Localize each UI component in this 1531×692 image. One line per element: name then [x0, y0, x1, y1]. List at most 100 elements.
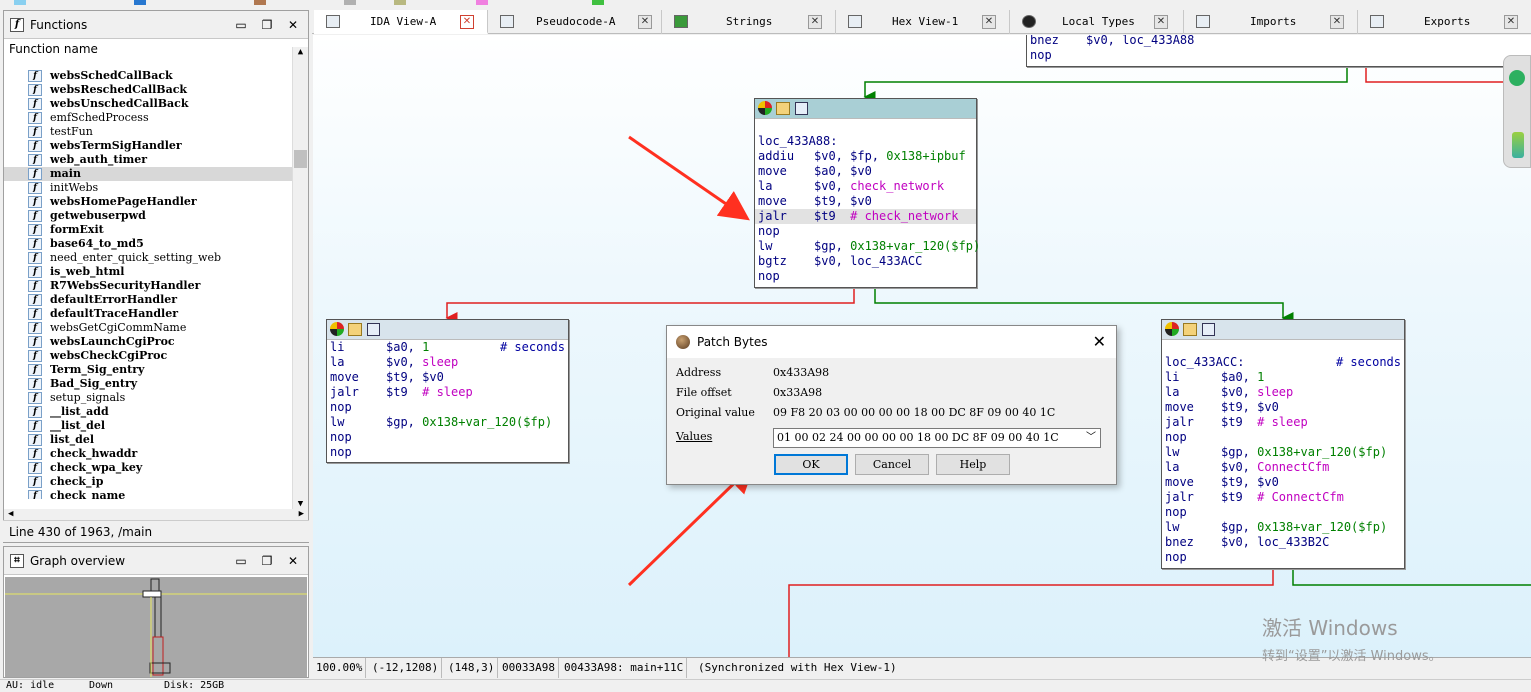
function-list-item[interactable]: f initWebs [4, 181, 294, 195]
tab-exports[interactable]: Exports ✕ [1358, 10, 1530, 34]
restore-icon[interactable]: ❐ [258, 11, 276, 39]
asm-line[interactable]: nop [755, 224, 976, 239]
restore-icon[interactable]: ❐ [258, 547, 276, 575]
asm-line[interactable]: la $v0, check_network [755, 179, 976, 194]
asm-line[interactable]: li $a0, 1 [1162, 370, 1404, 385]
function-list-item[interactable]: f Term_Sig_entry [4, 363, 294, 377]
function-list-item[interactable]: f setup_signals [4, 391, 294, 405]
asm-line[interactable]: move $t9, $v0 [327, 370, 568, 385]
function-list-item[interactable]: f check_name [4, 489, 294, 499]
scrollbar-thumb[interactable] [294, 150, 307, 168]
tab-local-types[interactable]: Local Types ✕ [1010, 10, 1184, 34]
close-tab-icon[interactable]: ✕ [460, 15, 474, 29]
asm-line[interactable]: nop [327, 400, 568, 415]
dialog-close-icon[interactable]: ✕ [1093, 326, 1106, 358]
close-tab-icon[interactable]: ✕ [1154, 15, 1168, 29]
asm-line[interactable]: la $v0, sleep [327, 355, 568, 370]
group-icon[interactable] [795, 102, 808, 115]
function-list-item[interactable]: f __list_del [4, 419, 294, 433]
function-list-item[interactable]: f emfSchedProcess [4, 111, 294, 125]
scroll-right-icon[interactable]: ▶ [299, 509, 304, 519]
color-icon[interactable] [330, 322, 344, 336]
asm-line[interactable]: nop [755, 269, 976, 284]
graph-minimap[interactable] [1503, 55, 1531, 168]
function-list-item[interactable]: f main [4, 167, 294, 181]
rename-icon[interactable] [348, 323, 362, 336]
asm-line[interactable]: jalr $t9 # sleep [1162, 415, 1404, 430]
scroll-down-icon[interactable]: ▼ [293, 499, 308, 509]
close-icon[interactable]: ✕ [284, 11, 302, 39]
asm-line[interactable]: lw $gp, 0x138+var_120($fp) [1162, 445, 1404, 460]
cancel-button[interactable]: Cancel [855, 454, 929, 475]
asm-line[interactable]: jalr $t9 # check_network [755, 209, 976, 224]
ok-button[interactable]: OK [774, 454, 848, 475]
asm-line[interactable]: la $v0, sleep [1162, 385, 1404, 400]
close-tab-icon[interactable]: ✕ [638, 15, 652, 29]
graph-overview-canvas[interactable] [5, 577, 307, 677]
asm-line[interactable]: lw $gp, 0x138+var_120($fp) [1162, 520, 1404, 535]
asm-line[interactable]: bgtz $v0, loc_433ACC [755, 254, 976, 269]
asm-line[interactable]: nop [1162, 430, 1404, 445]
rename-icon[interactable] [1183, 323, 1197, 336]
asm-line[interactable]: nop [327, 430, 568, 445]
graph-node-loc-433acc[interactable]: loc_433ACC: # seconds li $a0, 1 la $v0, slee… [1161, 319, 1405, 569]
minimize-icon[interactable]: ▭ [232, 547, 250, 575]
function-list-item[interactable]: f websCheckCgiProc [4, 349, 294, 363]
function-list-item[interactable]: f web_auth_timer [4, 153, 294, 167]
function-list-item[interactable]: f base64_to_md5 [4, 237, 294, 251]
close-tab-icon[interactable]: ✕ [1330, 15, 1344, 29]
asm-line[interactable]: jalr $t9 # ConnectCfm [1162, 490, 1404, 505]
function-list-item[interactable]: f check_hwaddr [4, 447, 294, 461]
color-icon[interactable] [1165, 322, 1179, 336]
function-list-item[interactable]: f getwebuserpwd [4, 209, 294, 223]
function-list-item[interactable]: f websUnschedCallBack [4, 97, 294, 111]
asm-line[interactable]: li $a0, 1 # seconds [327, 340, 568, 355]
chevron-down-icon[interactable]: ﹀ [1086, 429, 1096, 447]
function-list-item[interactable]: f websLaunchCgiProc [4, 335, 294, 349]
function-list-item[interactable]: f R7WebsSecurityHandler [4, 279, 294, 293]
color-icon[interactable] [758, 101, 772, 115]
function-list-item[interactable]: f websGetCgiCommName [4, 321, 294, 335]
group-icon[interactable] [1202, 323, 1215, 336]
function-list-item[interactable]: f __list_add [4, 405, 294, 419]
asm-line[interactable]: move $t9, $v0 [1162, 475, 1404, 490]
close-tab-icon[interactable]: ✕ [1504, 15, 1518, 29]
function-list-item[interactable]: f websSchedCallBack [4, 69, 294, 83]
function-list-item[interactable]: f defaultTraceHandler [4, 307, 294, 321]
vertical-scrollbar[interactable]: ▲ ▼ [292, 47, 308, 509]
function-list-item[interactable]: f is_web_html [4, 265, 294, 279]
asm-line[interactable]: nop [1027, 48, 1531, 63]
asm-line[interactable]: move $t9, $v0 [755, 194, 976, 209]
asm-line[interactable]: bnez $v0, loc_433B2C [1162, 535, 1404, 550]
graph-node-top[interactable]: bnez $v0, loc_433A88 nop [1026, 35, 1531, 67]
asm-line[interactable]: bnez $v0, loc_433A88 [1027, 35, 1531, 48]
close-icon[interactable]: ✕ [284, 547, 302, 575]
tab-ida-view-a[interactable]: IDA View-A ✕ [314, 10, 488, 34]
function-list-item[interactable]: f list_del [4, 433, 294, 447]
asm-line[interactable]: nop [1162, 550, 1404, 565]
tab-strings[interactable]: Strings ✕ [662, 10, 836, 34]
help-button[interactable]: Help [936, 454, 1010, 475]
function-list-item[interactable]: f websHomePageHandler [4, 195, 294, 209]
group-icon[interactable] [367, 323, 380, 336]
function-name-header[interactable]: Function name [4, 39, 308, 59]
asm-line[interactable]: nop [327, 445, 568, 460]
function-list-item[interactable]: f testFun [4, 125, 294, 139]
function-list-item[interactable]: f websTermSigHandler [4, 139, 294, 153]
function-list-item[interactable]: f formExit [4, 223, 294, 237]
asm-line[interactable]: lw $gp, 0x138+var_120($fp) [327, 415, 568, 430]
scroll-up-icon[interactable]: ▲ [293, 47, 308, 57]
asm-line[interactable]: lw $gp, 0x138+var_120($fp) [755, 239, 980, 254]
asm-line[interactable]: nop [1162, 505, 1404, 520]
tab-pseudocode-a[interactable]: Pseudocode-A ✕ [488, 10, 662, 34]
tab-hex-view-1[interactable]: Hex View-1 ✕ [836, 10, 1010, 34]
function-list-item[interactable]: f Bad_Sig_entry [4, 377, 294, 391]
function-list-item[interactable]: f check_ip [4, 475, 294, 489]
function-list-item[interactable]: f websReschedCallBack [4, 83, 294, 97]
graph-node-left[interactable]: li $a0, 1 # seconds la $v0, sleep move $t9, $v… [326, 319, 569, 463]
scroll-left-icon[interactable]: ◀ [8, 509, 13, 519]
asm-line[interactable]: addiu $v0, $fp, 0x138+ipbuf [755, 149, 976, 164]
graph-node-loc-433a88[interactable]: loc_433A88: addiu $v0, $fp, 0x138+ipbuf mo… [754, 98, 980, 288]
asm-line[interactable]: move $a0, $v0 [755, 164, 976, 179]
asm-line[interactable]: move $t9, $v0 [1162, 400, 1404, 415]
